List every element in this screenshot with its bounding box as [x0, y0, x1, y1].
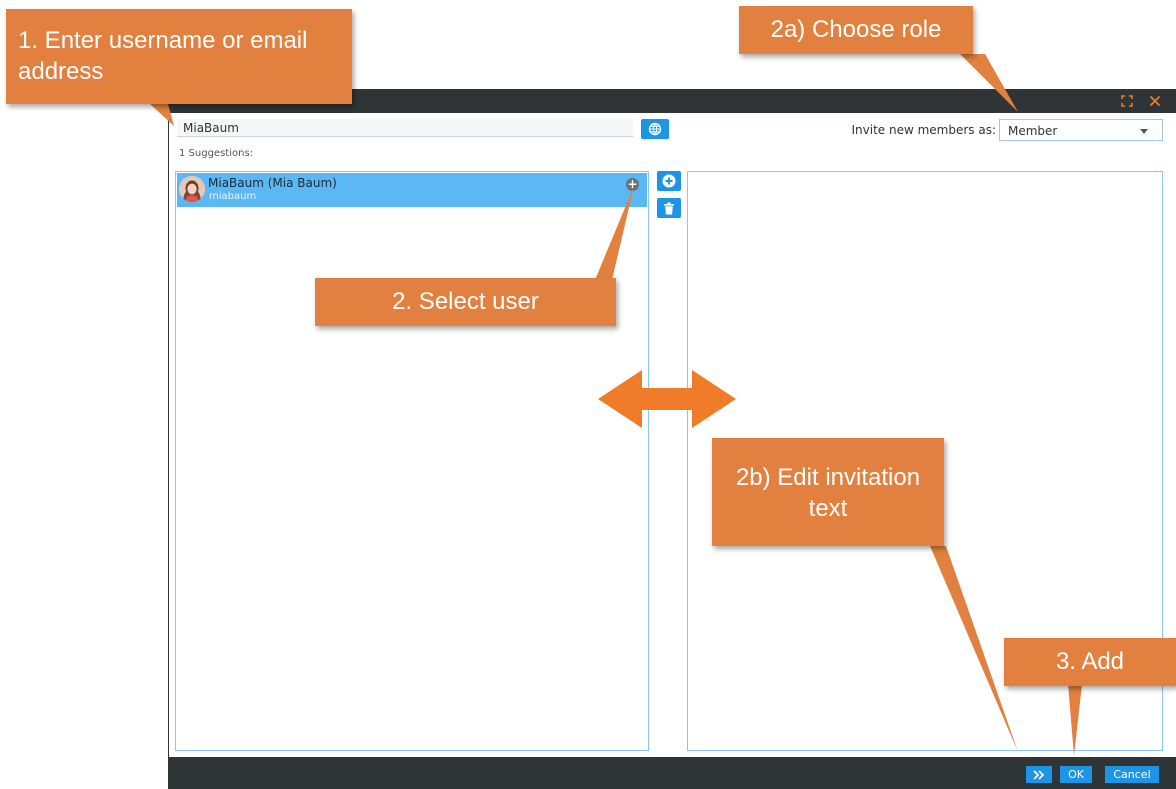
callout-step2: 2. Select user	[315, 278, 616, 326]
callout-step1: 1. Enter username or email address	[6, 9, 352, 104]
callout-pointers	[150, 54, 1082, 756]
callout-step2a: 2a) Choose role	[739, 6, 973, 54]
double-arrow-icon	[598, 370, 736, 428]
callout-step2b: 2b) Edit invitation text	[712, 438, 944, 546]
callout-step3: 3. Add	[1004, 638, 1176, 686]
